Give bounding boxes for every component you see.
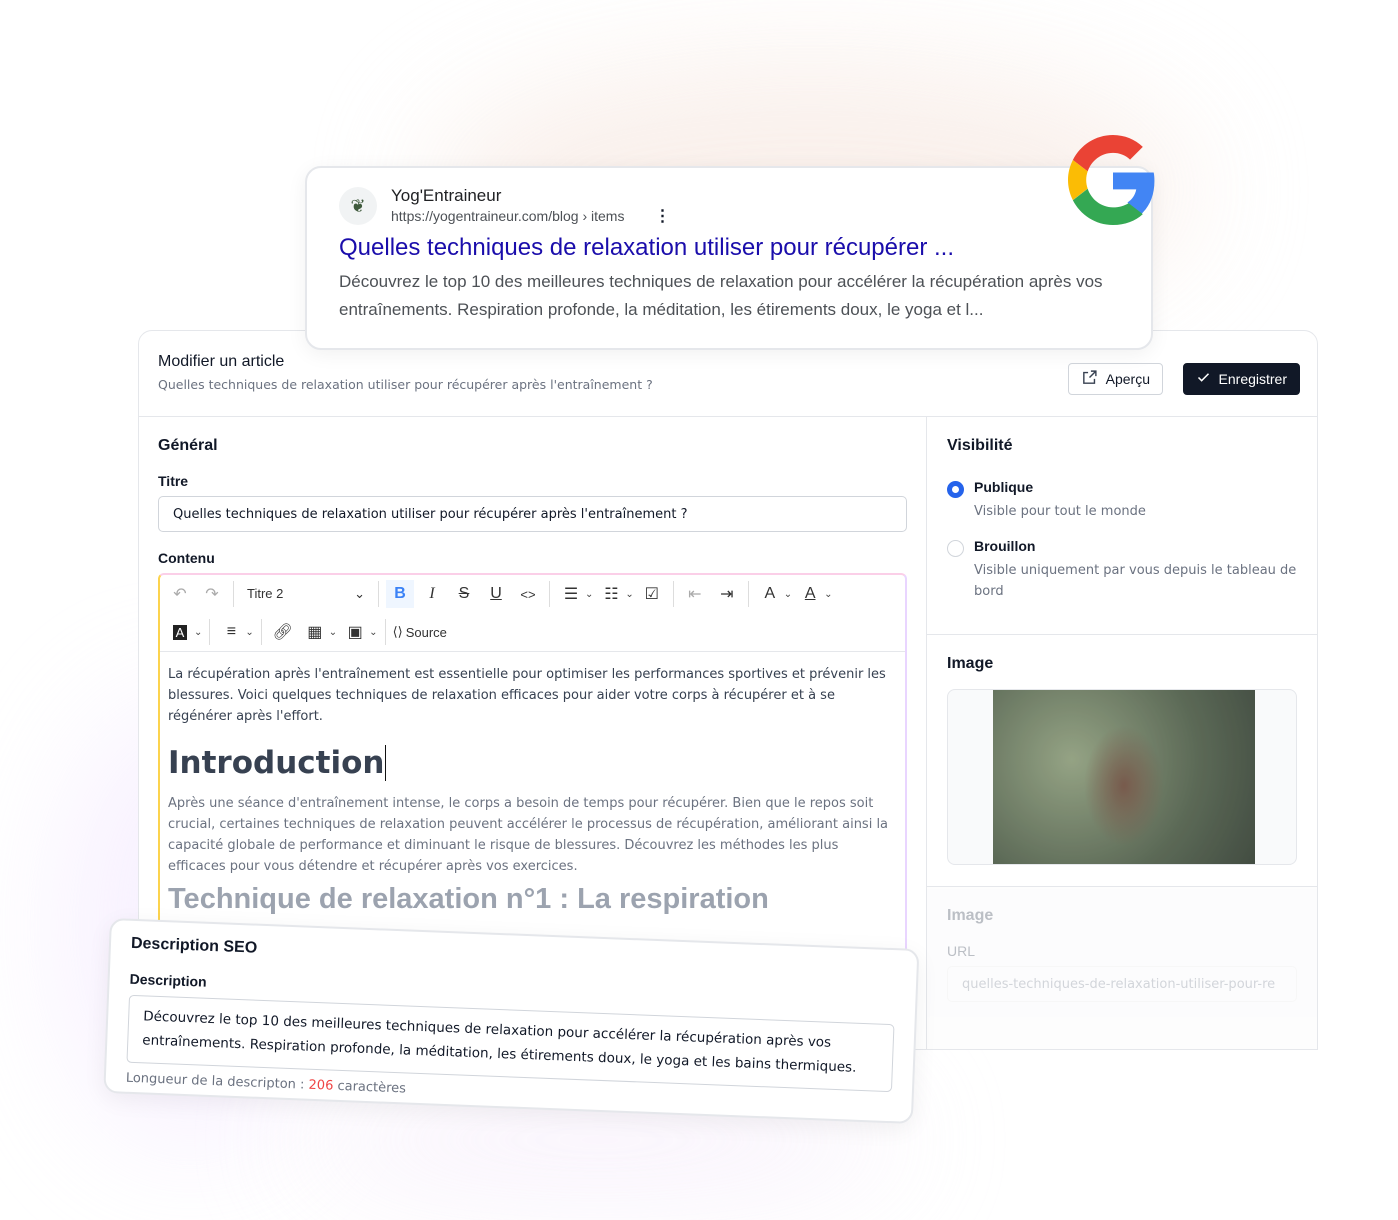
seo-description-card: Description SEO Description Découvrez le… bbox=[103, 918, 920, 1124]
seo-image-section: Image URL quelles-techniques-de-relaxati… bbox=[927, 887, 1317, 1049]
heading: Introduction bbox=[168, 745, 387, 781]
title-label: Titre bbox=[158, 473, 189, 489]
todo-list-icon[interactable]: ☑ bbox=[638, 580, 666, 608]
radio-button[interactable] bbox=[947, 481, 964, 498]
save-button[interactable]: Enregistrer bbox=[1182, 363, 1300, 395]
preview-button[interactable]: Aperçu bbox=[1067, 363, 1163, 395]
title-input[interactable]: Quelles techniques de relaxation utilise… bbox=[158, 496, 907, 532]
heading: Technique de relaxation n°1 : La respira… bbox=[168, 883, 769, 915]
strikethrough-icon[interactable]: S bbox=[450, 580, 478, 608]
source-button[interactable]: ⟨⟩ Source bbox=[393, 624, 447, 640]
image-section: Image bbox=[927, 635, 1317, 887]
section-heading: Général bbox=[158, 437, 218, 454]
sidebar: Visibilité Publique Visible pour tout le … bbox=[927, 417, 1317, 1049]
background-color-icon[interactable]: A bbox=[166, 618, 194, 646]
paragraph: La récupération après l'entraînement est… bbox=[168, 667, 886, 724]
check-icon bbox=[1196, 370, 1211, 388]
article-image bbox=[993, 690, 1255, 864]
google-search-preview: ❦ Yog'Entraineur https://yogentraineur.c… bbox=[305, 166, 1153, 350]
media-icon[interactable]: ▣ bbox=[341, 618, 369, 646]
underline-icon[interactable]: U bbox=[482, 580, 510, 608]
google-logo bbox=[1068, 135, 1158, 225]
result-snippet: Découvrez le top 10 des meilleures techn… bbox=[339, 272, 1103, 319]
italic-icon[interactable]: I bbox=[418, 580, 446, 608]
outdent-icon[interactable]: ⇤ bbox=[681, 580, 709, 608]
heading-select[interactable]: Titre 2 ⌄ bbox=[241, 586, 371, 602]
radio-brouillon[interactable]: Brouillon Visible uniquement par vous dep… bbox=[947, 538, 1297, 602]
save-label: Enregistrer bbox=[1218, 371, 1287, 387]
indent-icon[interactable]: ⇥ bbox=[713, 580, 741, 608]
preview-label: Aperçu bbox=[1105, 371, 1150, 387]
paragraph: Après une séance d'entraînement intense,… bbox=[168, 796, 889, 874]
image-heading: Image bbox=[947, 655, 994, 672]
link-icon[interactable]: 🔗︎ bbox=[269, 618, 297, 646]
bold-icon[interactable]: B bbox=[386, 580, 414, 608]
numbered-list-icon[interactable]: ☷ bbox=[597, 580, 625, 608]
image-dropzone[interactable] bbox=[947, 689, 1297, 865]
bulleted-list-icon[interactable]: ☰ bbox=[557, 580, 585, 608]
external-link-icon bbox=[1081, 369, 1098, 389]
more-options-icon[interactable]: ⋮ bbox=[654, 206, 670, 226]
editor-toolbar-row-1: ↶ ↷ Titre 2 ⌄ B I S U <> ☰ ⌄ ☷ ⌄ ☑ ⇤ ⇥ A ⌄ A… bbox=[160, 575, 905, 613]
source-icon: ⟨⟩ bbox=[392, 624, 403, 639]
visibility-section: Visibilité Publique Visible pour tout le … bbox=[927, 417, 1317, 635]
redo-icon[interactable]: ↷ bbox=[198, 580, 226, 608]
site-favicon: ❦ bbox=[339, 187, 377, 225]
font-color-icon[interactable]: A bbox=[796, 580, 824, 608]
code-icon[interactable]: <> bbox=[514, 580, 542, 608]
align-icon[interactable]: ≡ bbox=[217, 618, 245, 646]
seo-image-heading: Image bbox=[947, 907, 994, 924]
url-input[interactable]: quelles-techniques-de-relaxation-utilise… bbox=[947, 966, 1297, 1002]
font-size-icon[interactable]: A bbox=[756, 580, 784, 608]
radio-button[interactable] bbox=[947, 540, 964, 557]
site-url: https://yogentraineur.com/blog › items bbox=[391, 208, 625, 224]
visibility-heading: Visibilité bbox=[947, 437, 1013, 454]
url-label: URL bbox=[947, 943, 976, 959]
radio-publique[interactable]: Publique Visible pour tout le monde bbox=[947, 479, 1297, 522]
editor-toolbar-row-2: A ⌄ ≡ ⌄ 🔗︎ ▦ ⌄ ▣ ⌄ ⟨⟩ Source bbox=[160, 613, 905, 651]
result-title-link[interactable]: Quelles techniques de relaxation utilise… bbox=[339, 234, 1119, 262]
editor-content[interactable]: La récupération après l'entraînement est… bbox=[160, 651, 905, 929]
undo-icon[interactable]: ↶ bbox=[166, 580, 194, 608]
site-name: Yog'Entraineur bbox=[391, 186, 502, 205]
table-icon[interactable]: ▦ bbox=[301, 618, 329, 646]
content-label: Contenu bbox=[158, 550, 215, 566]
